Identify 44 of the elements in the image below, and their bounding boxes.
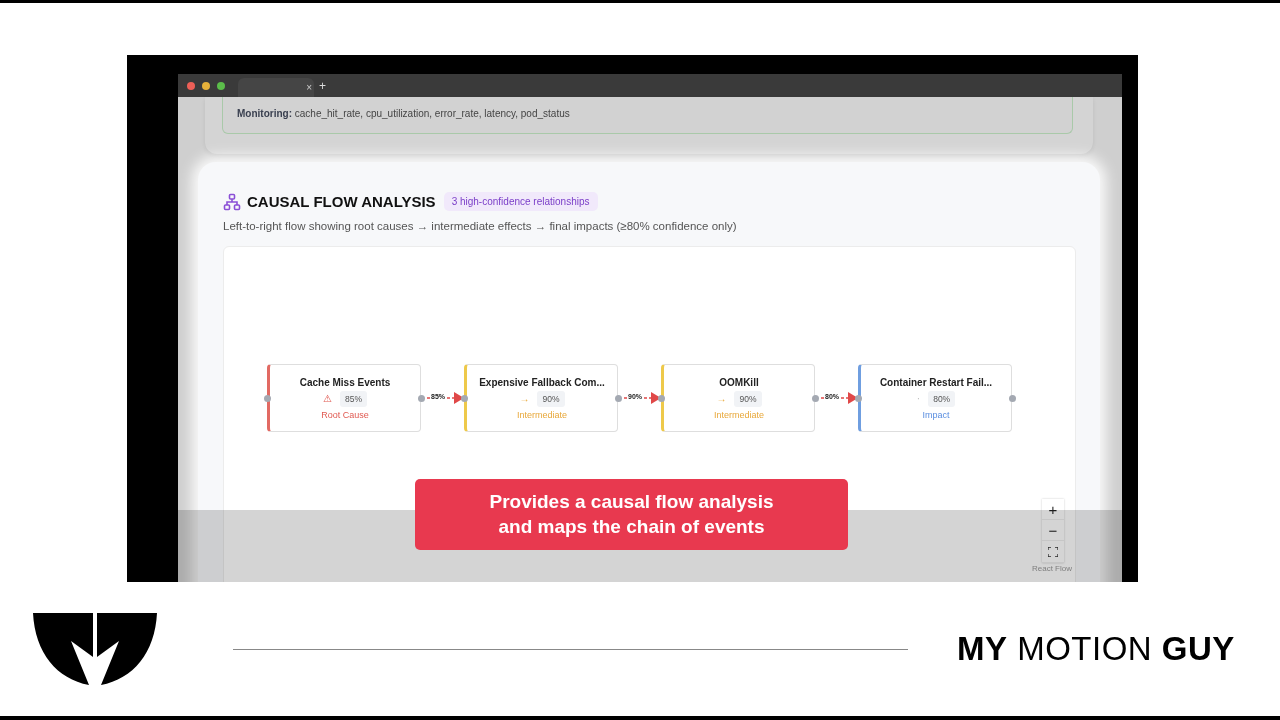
node-title: Cache Miss Events xyxy=(299,376,391,388)
connection-handle[interactable] xyxy=(418,395,425,402)
confidence-badge: 80% xyxy=(928,390,956,407)
node-title: Expensive Fallback Com... xyxy=(479,376,605,388)
close-dot[interactable] xyxy=(187,81,195,90)
edge-arrow xyxy=(623,392,661,404)
node-role: Intermediate xyxy=(517,409,567,420)
browser-tab[interactable]: × xyxy=(238,78,314,97)
confidence-badge: 90% xyxy=(734,390,762,407)
node-role: Intermediate xyxy=(714,409,764,420)
maximize-dot[interactable] xyxy=(217,81,225,90)
node-type-icon: → xyxy=(716,393,727,404)
zoom-button[interactable]: − xyxy=(1042,520,1064,541)
relationship-count-badge: 3 high-confidence relationships xyxy=(443,192,598,211)
connection-handle[interactable] xyxy=(1009,395,1016,402)
brand-name: MY MOTION GUY xyxy=(957,630,1235,668)
new-tab-button[interactable]: + xyxy=(319,78,326,93)
connection-handle[interactable] xyxy=(461,395,468,402)
node-type-icon: ⚠ xyxy=(323,393,332,404)
node-role: Impact xyxy=(922,409,950,420)
connection-handle[interactable] xyxy=(812,395,819,402)
node-title: Container Restart Fail... xyxy=(879,376,993,388)
connection-handle[interactable] xyxy=(264,395,271,402)
fit-view-icon[interactable] xyxy=(1048,546,1058,557)
node-type-icon: · xyxy=(916,393,921,404)
confidence-badge: 90% xyxy=(537,390,565,407)
tab-close-button[interactable]: × xyxy=(306,82,312,93)
caption-banner: Provides a causal flow analysis and maps the chain of events xyxy=(415,479,848,550)
zoom-button[interactable]: + xyxy=(1042,499,1064,520)
node-role: Root Cause xyxy=(321,409,369,420)
monitoring-text: Monitoring: cache_hit_rate, cpu_utilization, error_rate, latency, pod_status xyxy=(237,108,570,119)
connection-handle[interactable] xyxy=(855,395,862,402)
hierarchy-icon xyxy=(223,192,241,211)
node-type-icon: → xyxy=(519,393,530,404)
section-title: CAUSAL FLOW ANALYSIS xyxy=(247,193,436,210)
node-title: OOMKill xyxy=(719,376,759,388)
connection-handle[interactable] xyxy=(615,395,622,402)
connection-handle[interactable] xyxy=(658,395,665,402)
edge-arrow xyxy=(820,392,858,404)
logo-icon xyxy=(33,613,157,685)
section-subtitle: Left-to-right flow showing root causes → intermediate effects → final impacts (≥80% confidence only) xyxy=(223,220,738,232)
minimize-dot[interactable] xyxy=(202,81,210,90)
confidence-badge: 85% xyxy=(340,390,367,407)
edge-arrow xyxy=(426,392,464,404)
